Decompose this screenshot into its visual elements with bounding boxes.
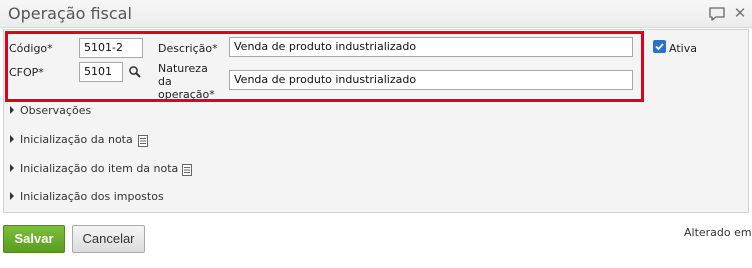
expand-arrow-icon: [10, 164, 14, 172]
section-label: Inicialização do item da nota: [20, 162, 179, 175]
section-inicializacao-nota[interactable]: Inicialização da nota: [10, 133, 133, 146]
expand-arrow-icon: [10, 192, 14, 200]
section-observacoes[interactable]: Observações: [10, 104, 91, 117]
document-icon[interactable]: [182, 164, 192, 176]
natureza-label-line3: operação*: [158, 88, 215, 101]
document-icon[interactable]: [138, 135, 148, 147]
natureza-label-line1: Natureza: [158, 62, 208, 75]
expand-arrow-icon: [10, 106, 14, 114]
section-inicializacao-impostos[interactable]: Inicialização dos impostos: [10, 190, 164, 203]
cfop-label: CFOP*: [9, 66, 44, 79]
chat-bubble-icon[interactable]: [708, 6, 726, 22]
search-icon[interactable]: [128, 65, 142, 79]
descricao-input[interactable]: Venda de produto industrializado: [229, 37, 633, 57]
close-icon[interactable]: ✕: [732, 5, 748, 21]
window-title: Operação fiscal: [8, 4, 132, 23]
section-label: Observações: [20, 104, 92, 117]
save-button[interactable]: Salvar: [3, 225, 65, 253]
window-titlebar: Operação fiscal ✕: [0, 0, 752, 28]
altered-label: Alterado em: [684, 226, 752, 239]
section-inicializacao-item[interactable]: Inicialização do item da nota: [10, 162, 178, 175]
codigo-label: Código*: [9, 42, 53, 55]
descricao-label: Descrição*: [158, 42, 218, 55]
ativa-checkbox[interactable]: [653, 40, 666, 53]
cfop-input[interactable]: 5101: [79, 62, 123, 82]
checkmark-icon: [655, 43, 664, 51]
natureza-input[interactable]: Venda de produto industrializado: [229, 70, 633, 90]
natureza-label-line2: da: [158, 75, 172, 88]
codigo-input[interactable]: 5101-2: [79, 38, 143, 58]
cancel-button[interactable]: Cancelar: [72, 225, 145, 253]
section-label: Inicialização da nota: [20, 133, 133, 146]
section-label: Inicialização dos impostos: [20, 190, 164, 203]
expand-arrow-icon: [10, 135, 14, 143]
ativa-label: Ativa: [669, 42, 697, 55]
